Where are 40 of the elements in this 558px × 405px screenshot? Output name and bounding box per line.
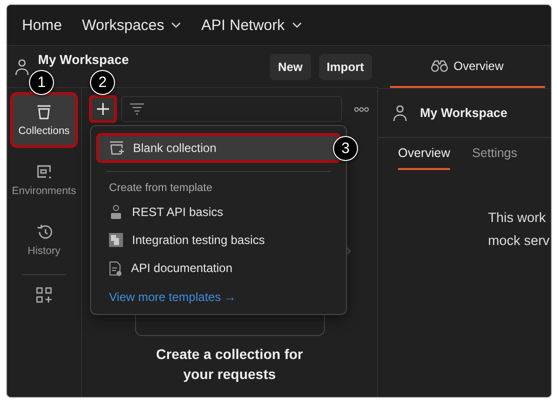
section-heading: Create from template: [108, 182, 214, 194]
panel-tab[interactable]: Overview: [398, 146, 450, 170]
add-button[interactable]: [89, 95, 117, 123]
menu-item[interactable]: Blank collection: [96, 133, 341, 163]
user-icon: [392, 104, 408, 122]
binoculars-icon: [431, 60, 448, 72]
chevron-down-icon: [171, 22, 182, 28]
filter-field[interactable]: [121, 96, 342, 122]
screen-icon: [36, 164, 52, 180]
template-item[interactable]: Integration testing basics: [96, 226, 341, 254]
nav-link[interactable]: Workspaces: [82, 14, 182, 36]
header-button[interactable]: Import: [318, 54, 372, 80]
add-apps-icon[interactable]: [36, 287, 52, 303]
sidebar-tab[interactable]: History: [10, 212, 78, 268]
description-text: mock serv: [488, 233, 550, 248]
template-item[interactable]: REST API basics: [96, 198, 341, 226]
nav-link[interactable]: Home: [22, 14, 62, 36]
workspace-title: My Workspace: [38, 52, 130, 67]
overview-tab[interactable]: Overview: [390, 46, 545, 88]
empty-state-title: Create a collection for your requests: [154, 345, 304, 384]
collection-add-icon: [109, 141, 124, 155]
person-laptop-icon: [109, 204, 123, 220]
filter-icon: [130, 103, 144, 115]
sidebar-tab[interactable]: Environments: [10, 152, 78, 208]
workspace-name: My Workspace: [420, 106, 508, 120]
view-more-link[interactable]: View more templates →: [96, 290, 250, 304]
more-icon[interactable]: [354, 106, 369, 112]
description-text: This work: [488, 210, 546, 225]
document-icon: [109, 260, 122, 276]
user-icon: [14, 58, 30, 76]
chevron-right-icon: [345, 246, 351, 256]
chevron-down-icon: [292, 22, 302, 28]
history-icon: [36, 224, 52, 240]
panel-tab[interactable]: Settings: [472, 146, 518, 170]
nav-link[interactable]: API Network: [201, 14, 302, 36]
template-item[interactable]: API documentation: [96, 254, 341, 282]
sidebar-tab[interactable]: Collections: [10, 92, 78, 148]
plus-icon: [97, 103, 109, 115]
trash-bin-icon: [36, 104, 52, 120]
header-button[interactable]: New: [270, 54, 311, 80]
